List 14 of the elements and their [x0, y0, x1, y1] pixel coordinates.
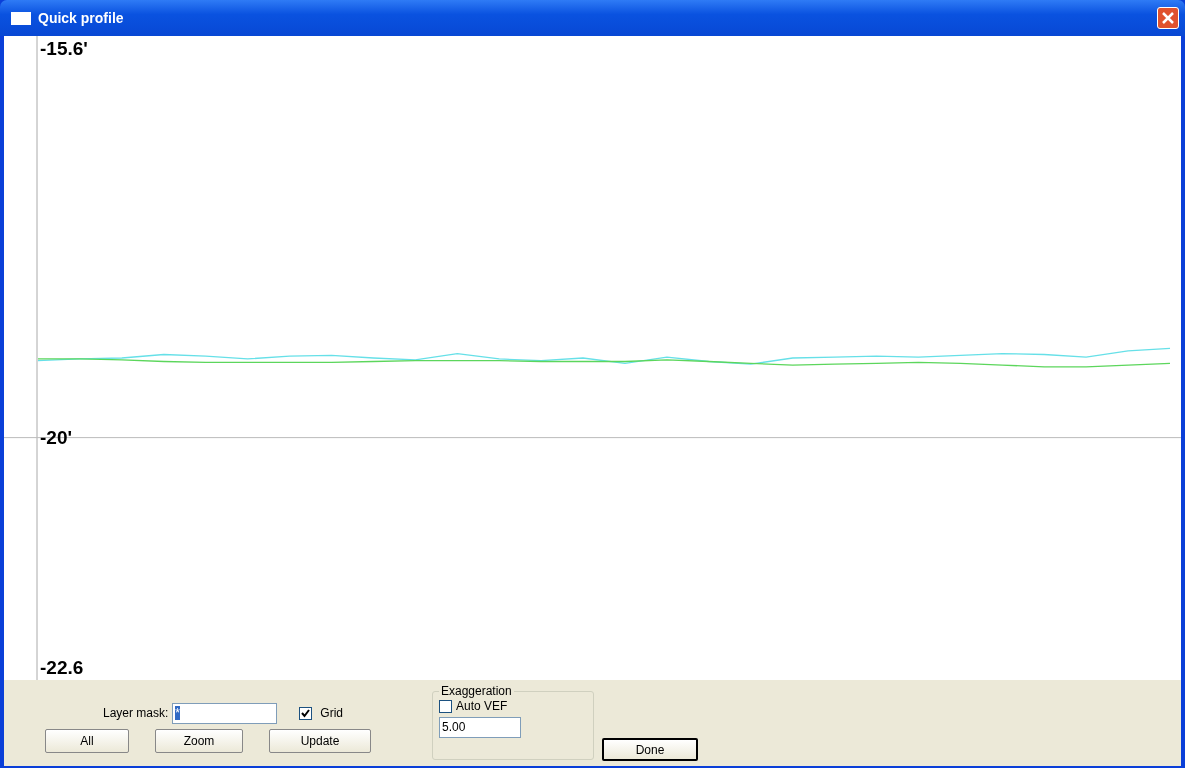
group-legend: Exaggeration [439, 684, 514, 698]
toolbar-button[interactable]: Update [269, 729, 371, 753]
exaggeration-field[interactable]: 5.00 [439, 717, 521, 738]
layer-mask-field[interactable]: * [172, 702, 278, 724]
axis-label: -15.6' [40, 37, 88, 59]
toolbar-button[interactable]: All [45, 729, 129, 753]
auto-vef-label: Auto VEF [456, 699, 508, 713]
done-button[interactable]: Done [602, 738, 698, 761]
axis-label: -20' [40, 427, 72, 449]
layer-mask-label: Layer mask: [103, 706, 169, 720]
grid-label: Grid [320, 706, 344, 720]
axis-label: -22.6 [40, 657, 84, 679]
window-title: Quick profile [38, 10, 125, 26]
toolbar-button[interactable]: Zoom [155, 729, 243, 753]
